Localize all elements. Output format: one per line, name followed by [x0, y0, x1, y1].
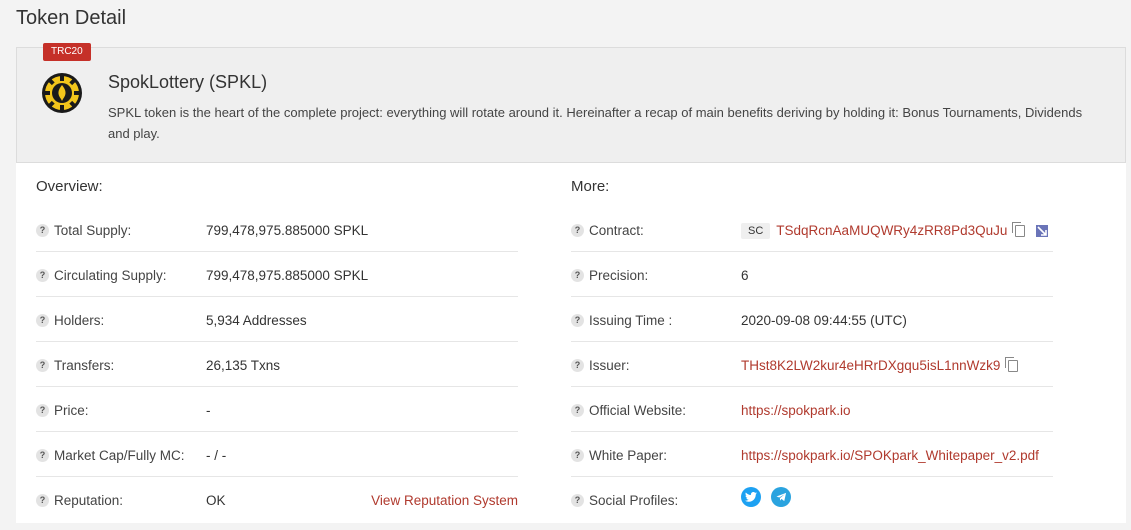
token-logo-icon — [42, 73, 82, 113]
row-label: Reputation: — [54, 493, 124, 508]
help-icon[interactable]: ? — [571, 314, 584, 327]
overview-row-market-cap: ? Market Cap/Fully MC: - / - — [36, 432, 518, 477]
row-label: Social Profiles: — [589, 493, 679, 508]
row-value: 6 — [741, 268, 749, 283]
row-label: Holders: — [54, 313, 105, 328]
row-label: Price: — [54, 403, 89, 418]
row-value: 5,934 Addresses — [206, 313, 307, 328]
overview-row-price: ? Price: - — [36, 387, 518, 432]
more-row-contract: ? Contract: SC TSdqRcnAaMUQWRy4zRR8Pd3QuJ… — [571, 207, 1053, 252]
overview-list: ? Total Supply: 799,478,975.885000 SPKL … — [36, 207, 518, 522]
row-label: Issuing Time : — [589, 313, 673, 328]
white-paper-link[interactable]: https://spokpark.io/SPOKpark_Whitepaper_… — [741, 448, 1039, 463]
row-label: Official Website: — [589, 403, 687, 418]
row-value: 799,478,975.885000 SPKL — [206, 268, 369, 283]
help-icon[interactable]: ? — [571, 359, 584, 372]
help-icon[interactable]: ? — [571, 404, 584, 417]
help-icon[interactable]: ? — [571, 269, 584, 282]
help-icon[interactable]: ? — [36, 314, 49, 327]
reputation-value: OK — [206, 493, 226, 508]
row-label: Circulating Supply: — [54, 268, 167, 283]
help-icon[interactable]: ? — [36, 224, 49, 237]
more-row-website: ? Official Website: https://spokpark.io — [571, 387, 1053, 432]
view-reputation-link[interactable]: View Reputation System — [371, 493, 518, 508]
issuer-address-link[interactable]: THst8K2LW2kur4eHRrDXgqu5isL1nnWzk9 — [741, 358, 1000, 373]
help-icon[interactable]: ? — [571, 494, 584, 507]
row-value: 799,478,975.885000 SPKL — [206, 223, 369, 238]
row-label: White Paper: — [589, 448, 668, 463]
help-icon[interactable]: ? — [36, 494, 49, 507]
row-value: - / - — [206, 448, 227, 463]
row-label: Market Cap/Fully MC: — [54, 448, 185, 463]
help-icon[interactable]: ? — [571, 224, 584, 237]
contract-value: SC TSdqRcnAaMUQWRy4zRR8Pd3QuJu — [741, 222, 1049, 239]
official-website-link[interactable]: https://spokpark.io — [741, 403, 851, 418]
overview-row-transfers: ? Transfers: 26,135 Txns — [36, 342, 518, 387]
help-icon[interactable]: ? — [571, 449, 584, 462]
help-icon[interactable]: ? — [36, 269, 49, 282]
row-label: Precision: — [589, 268, 649, 283]
overview-row-total-supply: ? Total Supply: 799,478,975.885000 SPKL — [36, 207, 518, 252]
telegram-icon[interactable] — [771, 487, 791, 507]
page-title: Token Detail — [16, 7, 127, 29]
more-row-precision: ? Precision: 6 — [571, 252, 1053, 297]
token-detail-card: TRC20 SpokLottery (SPKL) SPKL token is t… — [16, 43, 1126, 523]
row-label: Issuer: — [589, 358, 630, 373]
more-title: More: — [571, 178, 610, 195]
issuer-value: THst8K2LW2kur4eHRrDXgqu5isL1nnWzk9 — [741, 357, 1019, 373]
copy-icon[interactable] — [1012, 222, 1026, 237]
smart-contract-tag: SC — [741, 223, 771, 239]
help-icon[interactable]: ? — [36, 449, 49, 462]
more-list: ? Contract: SC TSdqRcnAaMUQWRy4zRR8Pd3QuJ… — [571, 207, 1053, 522]
token-description: SPKL token is the heart of the complete … — [108, 105, 1083, 141]
token-name: SpokLottery (SPKL) — [108, 72, 268, 92]
contract-scan-icon[interactable] — [1035, 224, 1049, 238]
overview-row-circulating-supply: ? Circulating Supply: 799,478,975.885000… — [36, 252, 518, 297]
overview-title: Overview: — [36, 178, 103, 195]
row-value: 2020-09-08 09:44:55 (UTC) — [741, 313, 907, 328]
overview-row-reputation: ? Reputation: OK View Reputation System — [36, 477, 518, 522]
more-row-issuer: ? Issuer: THst8K2LW2kur4eHRrDXgqu5isL1nn… — [571, 342, 1053, 387]
social-profiles — [741, 487, 791, 507]
copy-icon[interactable] — [1005, 357, 1019, 372]
token-standard-badge: TRC20 — [43, 43, 91, 61]
token-header: TRC20 SpokLottery (SPKL) SPKL token is t… — [16, 43, 1126, 163]
row-value: 26,135 Txns — [206, 358, 281, 373]
twitter-icon[interactable] — [741, 487, 761, 507]
row-label: Transfers: — [54, 358, 115, 373]
help-icon[interactable]: ? — [36, 359, 49, 372]
more-row-white-paper: ? White Paper: https://spokpark.io/SPOKp… — [571, 432, 1053, 477]
overview-row-holders: ? Holders: 5,934 Addresses — [36, 297, 518, 342]
contract-address-link[interactable]: TSdqRcnAaMUQWRy4zRR8Pd3QuJu — [776, 223, 1007, 238]
more-row-social: ? Social Profiles: — [571, 477, 1053, 522]
row-label: Total Supply: — [54, 223, 132, 238]
row-value: - — [206, 403, 211, 418]
more-row-issuing-time: ? Issuing Time : 2020-09-08 09:44:55 (UT… — [571, 297, 1053, 342]
row-label: Contract: — [589, 223, 644, 238]
help-icon[interactable]: ? — [36, 404, 49, 417]
